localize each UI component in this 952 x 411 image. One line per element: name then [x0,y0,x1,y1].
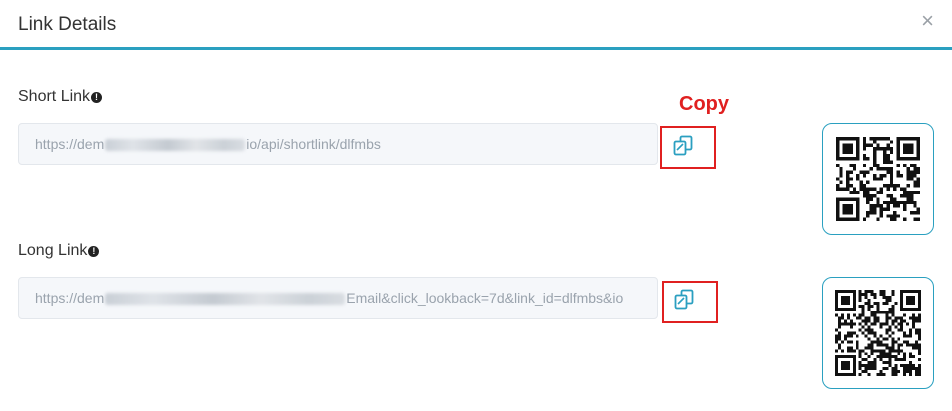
copy-highlight-box [660,126,716,169]
short-link-value-suffix: io/api/shortlink/dlfmbs [246,136,381,152]
header-divider [0,47,952,50]
modal-header: Link Details × [0,0,952,48]
modal-title: Link Details [18,14,117,35]
long-link-value-prefix: https://dem [35,290,105,306]
close-icon[interactable]: × [921,10,934,32]
info-icon[interactable]: ! [91,92,103,103]
copy-annotation: Copy [679,93,729,115]
short-link-qr-code[interactable] [822,123,934,235]
short-link-label: Short Link! [18,88,103,106]
copy-highlight-box [662,281,718,323]
long-link-label: Long Link! [18,242,100,260]
qr-code-icon [836,137,920,221]
redacted-text [105,293,346,306]
long-link-field[interactable]: https://dem Email&click_lookback=7d&link_… [18,277,658,319]
short-link-value-prefix: https://dem [35,136,105,152]
qr-code-icon [835,290,921,376]
redacted-text [105,139,246,152]
long-link-value-suffix: Email&click_lookback=7d&link_id=dlfmbs&i… [346,290,624,306]
info-icon[interactable]: ! [88,246,100,257]
short-link-label-text: Short Link [18,88,91,105]
short-link-field[interactable]: https://dem io/api/shortlink/dlfmbs [18,123,658,165]
long-link-label-text: Long Link [18,242,88,259]
long-link-qr-code[interactable] [822,277,934,389]
